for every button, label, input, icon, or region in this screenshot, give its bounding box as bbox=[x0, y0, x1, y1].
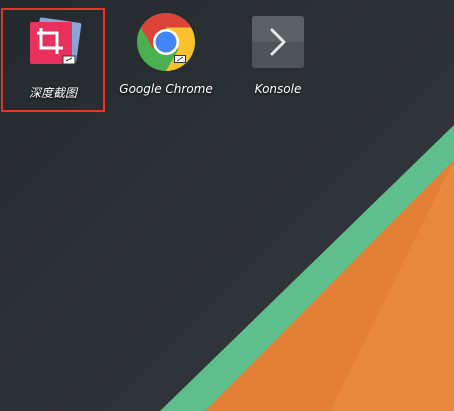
deepin-screenshot-icon bbox=[23, 14, 83, 74]
desktop[interactable]: 深度截图 Google Chrome Konsole bbox=[0, 0, 454, 411]
desktop-icon-deepin-screenshot[interactable]: 深度截图 bbox=[1, 8, 105, 112]
konsole-terminal-icon bbox=[248, 12, 308, 72]
desktop-icon-label: Google Chrome bbox=[119, 82, 213, 96]
desktop-icon-google-chrome[interactable]: Google Chrome bbox=[114, 8, 218, 112]
desktop-icon-konsole[interactable]: Konsole bbox=[226, 8, 330, 112]
chrome-icon bbox=[136, 12, 196, 72]
desktop-icon-label: 深度截图 bbox=[28, 86, 77, 100]
desktop-icon-label: Konsole bbox=[254, 82, 302, 96]
link-icon bbox=[174, 55, 186, 63]
